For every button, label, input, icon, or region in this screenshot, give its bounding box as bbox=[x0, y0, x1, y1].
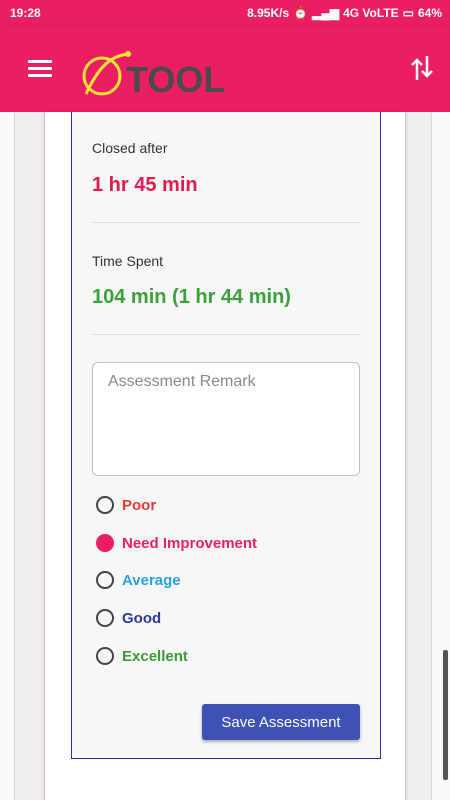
radio-button[interactable] bbox=[96, 647, 114, 665]
radio-label: Poor bbox=[122, 496, 157, 514]
closed-after-value: 1 hr 45 min bbox=[92, 174, 198, 196]
divider bbox=[92, 222, 360, 223]
assessment-card: Closed after 1 hr 45 min Time Spent 104 … bbox=[44, 112, 406, 800]
radio-average[interactable]: Average bbox=[96, 571, 181, 589]
radio-need-improvement[interactable]: Need Improvement bbox=[96, 534, 257, 552]
radio-button[interactable] bbox=[96, 571, 114, 589]
battery-icon: ▭ bbox=[402, 6, 414, 20]
assessment-remark-input[interactable] bbox=[92, 362, 360, 476]
tool-logo: TOOL bbox=[82, 51, 225, 100]
radio-good[interactable]: Good bbox=[96, 609, 161, 627]
alarm-icon: ⏰ bbox=[293, 6, 309, 20]
sort-arrows-icon[interactable] bbox=[410, 54, 434, 82]
network-type: 4G VoLTE bbox=[343, 6, 399, 20]
network-speed: 8.95K/s bbox=[247, 6, 290, 20]
save-assessment-button[interactable]: Save Assessment bbox=[202, 704, 360, 740]
radio-button[interactable] bbox=[96, 496, 114, 514]
content-area: Closed after 1 hr 45 min Time Spent 104 … bbox=[0, 112, 450, 800]
status-bar: 19:28 8.95K/s ⏰ ▂▄▆ 4G VoLTE ▭ 64% bbox=[0, 0, 450, 26]
time-spent-value: 104 min (1 hr 44 min) bbox=[92, 286, 291, 308]
battery-level: 64% bbox=[417, 6, 442, 20]
app-bar: TOOL bbox=[0, 26, 450, 112]
status-icons: 8.95K/s ⏰ ▂▄▆ 4G VoLTE ▭ 64% bbox=[247, 6, 442, 20]
radio-label: Average bbox=[122, 571, 181, 589]
radio-label: Need Improvement bbox=[122, 534, 258, 552]
hamburger-icon[interactable] bbox=[28, 60, 52, 78]
radio-excellent[interactable]: Excellent bbox=[96, 647, 188, 665]
scrollbar[interactable] bbox=[443, 650, 448, 780]
radio-poor[interactable]: Poor bbox=[96, 496, 156, 514]
radio-button-selected[interactable] bbox=[96, 534, 114, 552]
assessment-panel: Closed after 1 hr 45 min Time Spent 104 … bbox=[71, 112, 381, 759]
radio-label: Excellent bbox=[122, 647, 188, 665]
radio-button[interactable] bbox=[96, 609, 114, 627]
time-spent-label: Time Spent bbox=[92, 253, 164, 269]
closed-after-label: Closed after bbox=[92, 140, 168, 156]
status-time: 19:28 bbox=[10, 6, 41, 20]
left-edge bbox=[0, 112, 15, 800]
radio-label: Good bbox=[122, 609, 162, 627]
logo-text: TOOL bbox=[126, 59, 225, 100]
divider bbox=[92, 334, 360, 335]
signal-icon: ▂▄▆ bbox=[312, 6, 340, 20]
